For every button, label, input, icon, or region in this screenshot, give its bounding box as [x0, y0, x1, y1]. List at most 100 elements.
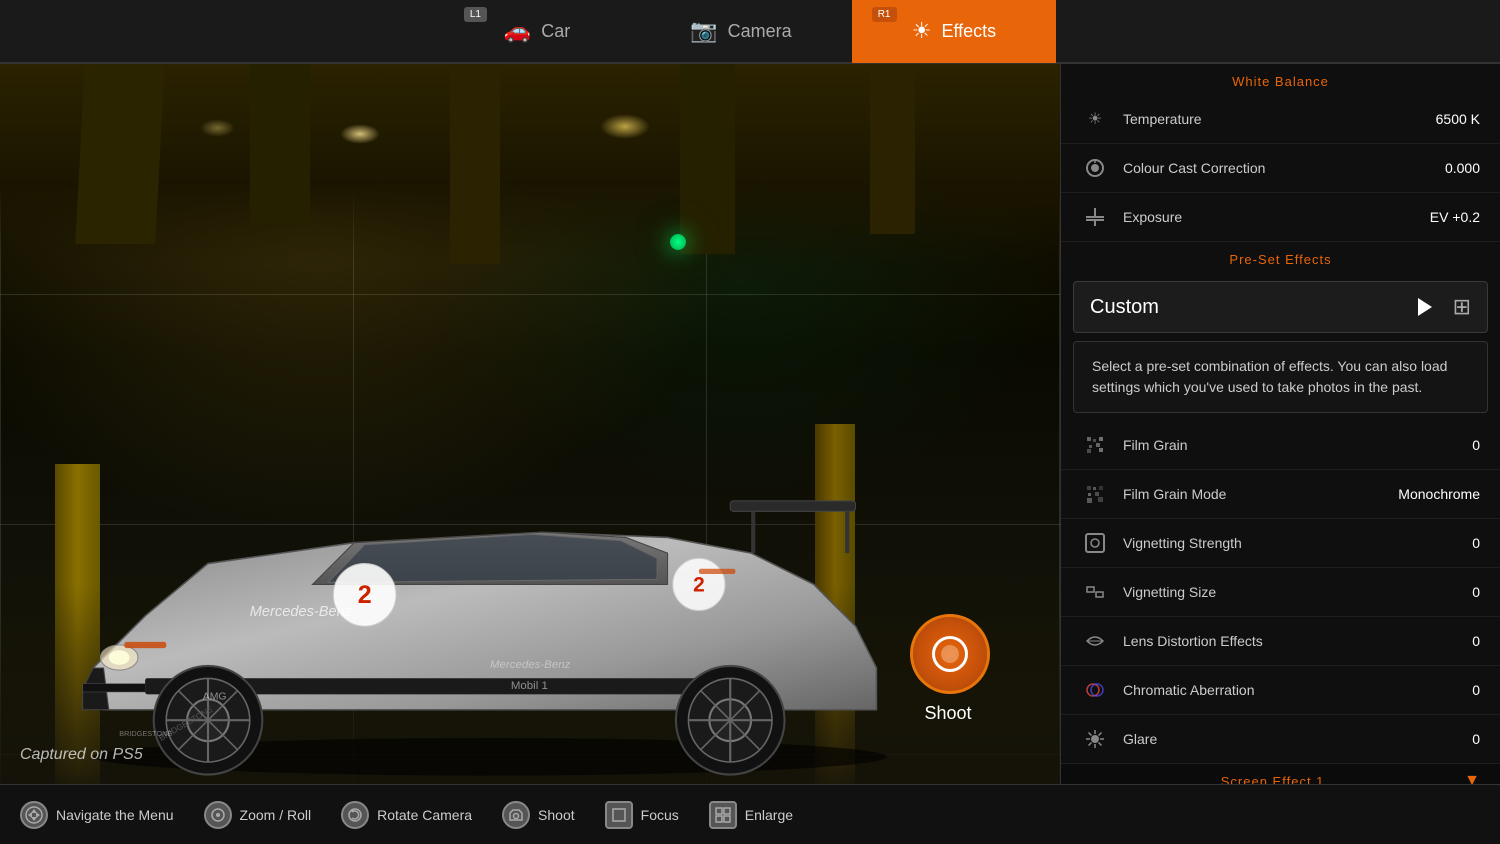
nav-tabs: L1 🚗 Car 📷 Camera R1 ☀ Effects [444, 0, 1056, 63]
right-panel: White Balance ☀ Temperature 6500 K Colou… [1060, 64, 1500, 784]
tooltip: Select a pre-set combination of effects.… [1073, 341, 1488, 413]
glare-row[interactable]: Glare 0 [1061, 715, 1500, 764]
film-grain-label: Film Grain [1123, 437, 1472, 453]
svg-text:AMG: AMG [203, 691, 227, 702]
beam-3 [450, 64, 500, 264]
focus-action[interactable]: Focus [605, 801, 679, 829]
svg-text:2: 2 [693, 574, 705, 597]
preset-effects-header: Pre-Set Effects [1061, 242, 1500, 273]
preset-selector[interactable]: Custom ⊞ [1073, 281, 1488, 333]
chromatic-aberration-label: Chromatic Aberration [1123, 682, 1472, 698]
screen-effect-header[interactable]: Screen Effect 1 ▼ [1061, 764, 1500, 784]
film-grain-row[interactable]: Film Grain 0 [1061, 421, 1500, 470]
lens-distortion-label: Lens Distortion Effects [1123, 633, 1472, 649]
shoot-button-icon [932, 636, 968, 672]
colour-cast-label: Colour Cast Correction [1123, 160, 1445, 176]
tab-car[interactable]: L1 🚗 Car [444, 0, 630, 63]
vignetting-size-icon [1081, 578, 1109, 606]
effects-tab-label: Effects [941, 21, 996, 42]
svg-text:BRIDGESTONE: BRIDGESTONE [119, 729, 172, 738]
navigate-action[interactable]: Navigate the Menu [20, 801, 174, 829]
chromatic-aberration-row[interactable]: Chromatic Aberration 0 [1061, 666, 1500, 715]
enlarge-label: Enlarge [745, 807, 793, 823]
film-grain-mode-value: Monochrome [1398, 486, 1480, 502]
film-grain-mode-icon [1081, 480, 1109, 508]
enlarge-action[interactable]: Enlarge [709, 801, 793, 829]
navigate-badge [20, 801, 48, 829]
glare-value: 0 [1472, 731, 1480, 747]
zoom-label: Zoom / Roll [240, 807, 312, 823]
screen-effect-collapse[interactable]: ▼ [1464, 772, 1480, 784]
colour-cast-icon [1081, 154, 1109, 182]
car-tab-icon: 🚗 [504, 18, 531, 44]
l1-badge: L1 [464, 7, 487, 22]
lens-distortion-row[interactable]: Lens Distortion Effects 0 [1061, 617, 1500, 666]
camera-tab-label: Camera [728, 21, 792, 42]
ceiling-light-2 [600, 114, 650, 139]
focus-badge [605, 801, 633, 829]
top-nav: L1 🚗 Car 📷 Camera R1 ☀ Effects [0, 0, 1500, 64]
camera-tab-icon: 📷 [690, 18, 717, 44]
car-photo: 2 2 BRIDGESTONE [0, 64, 1060, 784]
bottom-bar: Navigate the Menu Zoom / Roll Rotate Cam… [0, 784, 1500, 844]
beam-4 [680, 64, 735, 254]
beam-5 [870, 64, 915, 234]
svg-text:Mercedes-Benz: Mercedes-Benz [250, 604, 353, 620]
rotate-badge [341, 801, 369, 829]
exposure-value: EV +0.2 [1430, 209, 1480, 225]
navigate-label: Navigate the Menu [56, 807, 174, 823]
exposure-row[interactable]: Exposure EV +0.2 [1061, 193, 1500, 242]
preset-cursor [1418, 298, 1432, 316]
film-grain-mode-row[interactable]: Film Grain Mode Monochrome [1061, 470, 1500, 519]
svg-text:2: 2 [358, 581, 372, 609]
temperature-row[interactable]: ☀ Temperature 6500 K [1061, 95, 1500, 144]
rotate-action[interactable]: Rotate Camera [341, 801, 472, 829]
zoom-badge [204, 801, 232, 829]
lens-distortion-icon [1081, 627, 1109, 655]
screen-effect-label: Screen Effect 1 [1081, 774, 1464, 785]
shoot-badge [502, 801, 530, 829]
r1-badge: R1 [872, 7, 897, 22]
tab-effects[interactable]: R1 ☀ Effects [852, 0, 1056, 63]
vignetting-size-value: 0 [1472, 584, 1480, 600]
ceiling-light-3 [200, 119, 235, 137]
vignetting-strength-icon [1081, 529, 1109, 557]
svg-text:Mercedes-Benz: Mercedes-Benz [490, 659, 571, 671]
glare-icon [1081, 725, 1109, 753]
beam-1 [75, 64, 164, 244]
car-svg: 2 2 BRIDGESTONE [20, 364, 960, 784]
preset-grid-icon[interactable]: ⊞ [1453, 294, 1471, 320]
lens-distortion-value: 0 [1472, 633, 1480, 649]
temperature-value: 6500 K [1436, 111, 1480, 127]
film-grain-mode-label: Film Grain Mode [1123, 486, 1398, 502]
shoot-action[interactable]: Shoot [502, 801, 575, 829]
zoom-action[interactable]: Zoom / Roll [204, 801, 312, 829]
vignetting-size-label: Vignetting Size [1123, 584, 1472, 600]
rotate-label: Rotate Camera [377, 807, 472, 823]
tab-camera[interactable]: 📷 Camera [630, 0, 851, 63]
car-svg-container: 2 2 BRIDGESTONE [20, 364, 960, 784]
traffic-light [670, 234, 686, 250]
vignetting-strength-value: 0 [1472, 535, 1480, 551]
colour-cast-value: 0.000 [1445, 160, 1480, 176]
enlarge-badge [709, 801, 737, 829]
focus-label: Focus [641, 807, 679, 823]
shoot-button[interactable] [910, 614, 990, 694]
svg-text:Mobil 1: Mobil 1 [511, 680, 548, 692]
exposure-icon [1081, 203, 1109, 231]
beam-2 [250, 64, 310, 224]
vignetting-strength-label: Vignetting Strength [1123, 535, 1472, 551]
colour-cast-row[interactable]: Colour Cast Correction 0.000 [1061, 144, 1500, 193]
effects-tab-icon: ☀ [912, 18, 932, 44]
chromatic-aberration-value: 0 [1472, 682, 1480, 698]
temperature-icon: ☀ [1081, 105, 1109, 133]
film-grain-icon [1081, 431, 1109, 459]
vignetting-size-row[interactable]: Vignetting Size 0 [1061, 568, 1500, 617]
exposure-label: Exposure [1123, 209, 1430, 225]
car-tab-label: Car [541, 21, 570, 42]
temperature-label: Temperature [1123, 111, 1436, 127]
vignetting-strength-row[interactable]: Vignetting Strength 0 [1061, 519, 1500, 568]
chromatic-aberration-icon [1081, 676, 1109, 704]
preset-label: Custom [1090, 296, 1453, 319]
film-grain-value: 0 [1472, 437, 1480, 453]
